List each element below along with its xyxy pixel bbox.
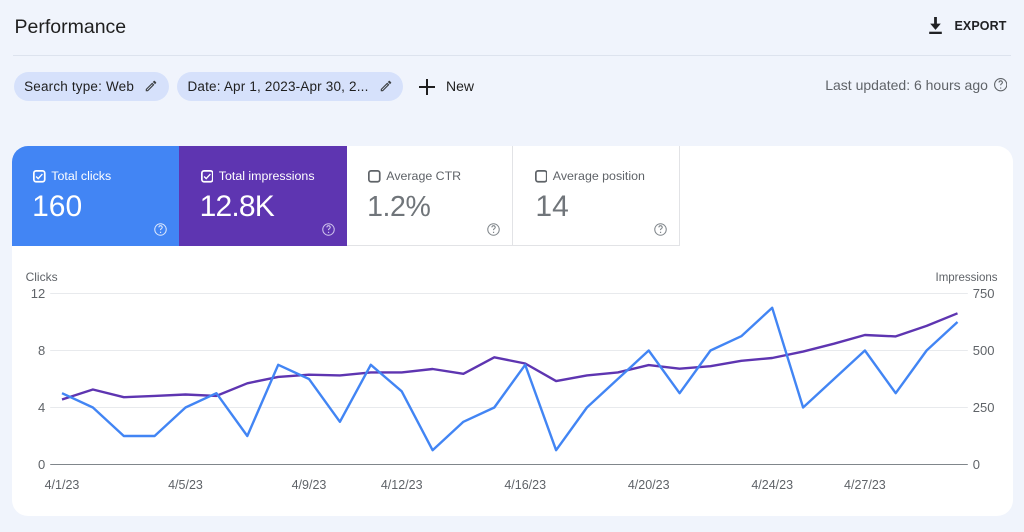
svg-text:4/20/23: 4/20/23 — [628, 478, 670, 492]
svg-text:4/12/23: 4/12/23 — [381, 478, 423, 492]
svg-text:0: 0 — [38, 457, 45, 472]
svg-text:4/16/23: 4/16/23 — [504, 478, 546, 492]
svg-text:0: 0 — [973, 457, 980, 472]
svg-text:Impressions: Impressions — [936, 272, 998, 284]
svg-text:12: 12 — [31, 286, 45, 301]
svg-text:4/24/23: 4/24/23 — [751, 478, 793, 492]
svg-text:8: 8 — [38, 343, 45, 358]
svg-text:4: 4 — [38, 400, 45, 415]
svg-text:4/9/23: 4/9/23 — [292, 478, 327, 492]
svg-text:4/27/23: 4/27/23 — [844, 478, 886, 492]
svg-text:750: 750 — [973, 286, 995, 301]
svg-text:Clicks: Clicks — [26, 270, 58, 284]
svg-text:250: 250 — [973, 400, 995, 415]
svg-text:500: 500 — [973, 343, 995, 358]
svg-text:4/5/23: 4/5/23 — [168, 478, 203, 492]
svg-text:4/1/23: 4/1/23 — [45, 478, 80, 492]
